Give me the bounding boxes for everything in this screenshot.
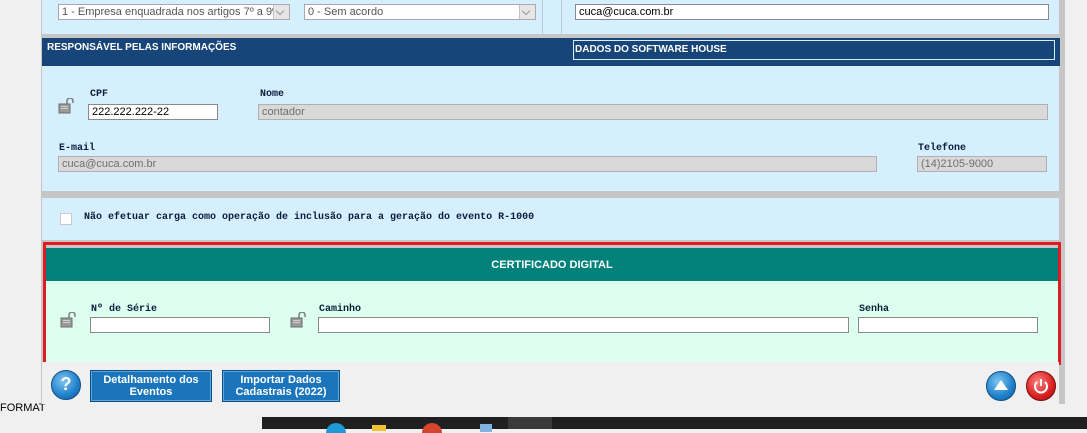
senha-label: Senha <box>859 304 890 315</box>
top-divider-2 <box>561 0 562 34</box>
empresa-select-value: 1 - Empresa enquadrada nos artigos 7º a … <box>62 6 277 18</box>
taskbar-icon[interactable] <box>480 424 492 432</box>
empresa-select[interactable]: 1 - Empresa enquadrada nos artigos 7º a … <box>58 4 290 20</box>
certificado-highlight-border: CERTIFICADO DIGITAL Nº de Série Caminho … <box>43 242 1061 365</box>
tab-software-house[interactable]: DADOS DO SOFTWARE HOUSE <box>572 38 1060 66</box>
certificado-title: CERTIFICADO DIGITAL <box>491 259 613 271</box>
nao-efetuar-carga-label[interactable]: Não efetuar carga como operação de inclu… <box>84 212 534 223</box>
importar-dados-button[interactable]: Importar Dados Cadastrais (2022) <box>222 370 340 402</box>
lock-icon <box>60 312 76 328</box>
certificado-body: Nº de Série Caminho Senha <box>46 281 1058 362</box>
serie-label: Nº de Série <box>91 304 158 315</box>
taskbar-active-item[interactable] <box>508 417 552 429</box>
chevron-down-icon <box>273 5 289 19</box>
tab-responsavel-label: RESPONSÁVEL PELAS INFORMAÇÕES <box>47 42 237 53</box>
nome-label: Nome <box>260 89 285 100</box>
detalhamento-eventos-button[interactable]: Detalhamento dos Eventos <box>90 370 212 402</box>
chevron-down-icon <box>519 5 535 19</box>
certificado-header: CERTIFICADO DIGITAL <box>46 248 1058 281</box>
email-top-field[interactable]: cuca@cuca.com.br <box>575 4 1049 20</box>
top-divider <box>542 0 543 34</box>
acordo-select-value: 0 - Sem acordo <box>308 6 384 18</box>
option-section: Não efetuar carga como operação de inclu… <box>42 198 1059 240</box>
email-field[interactable]: cuca@cuca.com.br <box>58 156 877 172</box>
email-label: E-mail <box>59 143 96 154</box>
taskbar <box>262 417 1087 433</box>
arrow-up-icon <box>994 380 1008 390</box>
caminho-label: Caminho <box>319 304 362 315</box>
underlay-format-text: FORMAT <box>0 402 46 414</box>
main-window: 1 - Empresa enquadrada nos artigos 7º a … <box>41 0 1065 404</box>
footer-bar: ? Detalhamento dos Eventos Importar Dado… <box>42 362 1059 404</box>
taskbar-icon[interactable] <box>326 423 346 433</box>
taskbar-icon[interactable] <box>422 423 442 433</box>
tab-software-house-label: DADOS DO SOFTWARE HOUSE <box>575 44 727 55</box>
cpf-label: CPF <box>90 89 109 100</box>
vertical-scrollbar[interactable] <box>1068 0 1087 392</box>
scroll-up-button[interactable] <box>986 371 1016 401</box>
nome-field[interactable]: contador <box>258 104 1048 120</box>
tab-responsavel[interactable]: RESPONSÁVEL PELAS INFORMAÇÕES <box>42 38 573 66</box>
caminho-field[interactable] <box>318 317 849 333</box>
taskbar-icon[interactable] <box>372 425 386 431</box>
cpf-field[interactable]: 222.222.222-22 <box>88 104 218 120</box>
question-icon: ? <box>60 374 72 394</box>
telefone-field[interactable]: (14)2105-9000 <box>917 156 1047 172</box>
power-icon <box>1034 379 1048 394</box>
telefone-label: Telefone <box>918 143 967 154</box>
lock-icon <box>58 98 74 114</box>
responsavel-section: CPF 222.222.222-22 Nome contador E-mail … <box>42 66 1059 191</box>
senha-field[interactable] <box>858 317 1038 333</box>
acordo-select[interactable]: 0 - Sem acordo <box>304 4 536 20</box>
nao-efetuar-carga-checkbox[interactable] <box>60 213 72 225</box>
serie-field[interactable] <box>90 317 270 333</box>
help-button[interactable]: ? <box>51 370 81 400</box>
power-button[interactable] <box>1026 371 1056 401</box>
lock-icon <box>290 312 306 328</box>
